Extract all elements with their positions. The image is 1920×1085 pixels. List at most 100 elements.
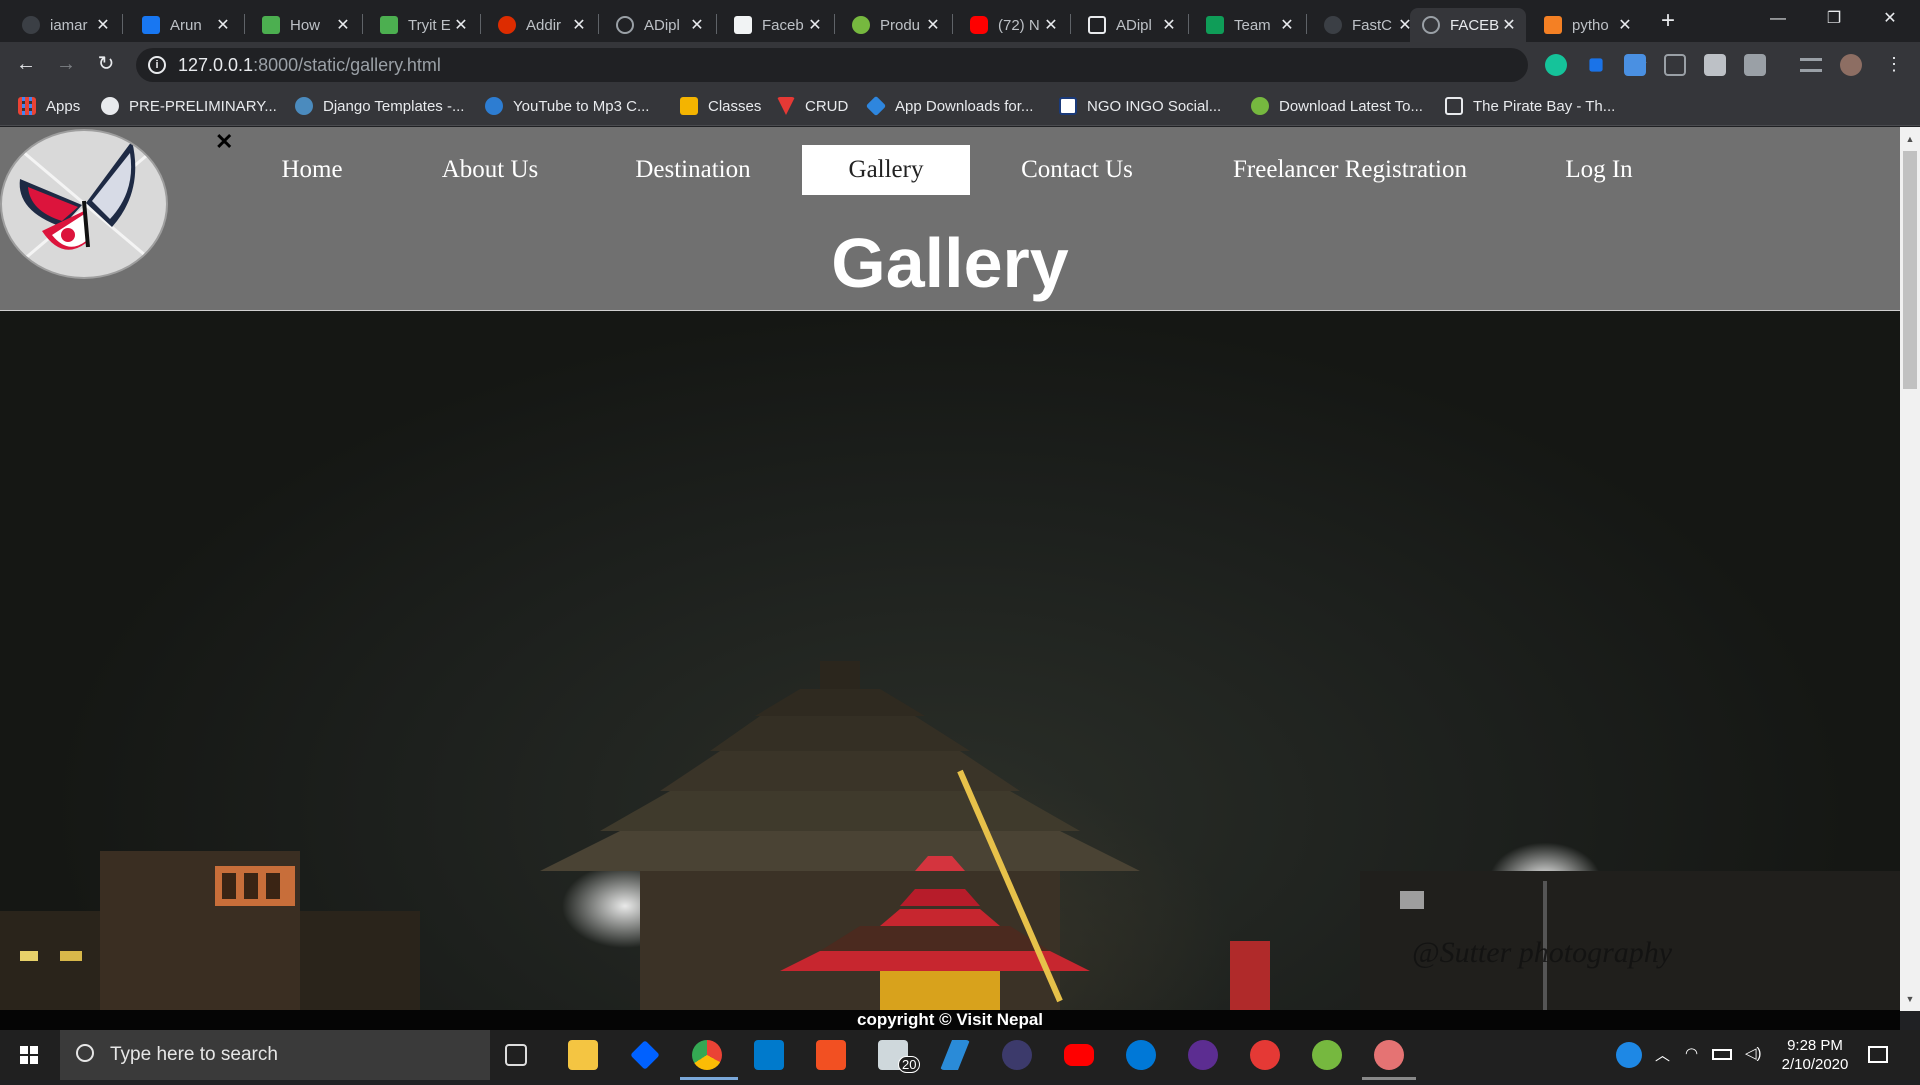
close-tab-icon[interactable]: ✕ [94,15,112,35]
close-tab-icon[interactable]: ✕ [1160,15,1178,35]
close-icon[interactable]: ✕ [215,129,233,155]
browser-tab[interactable]: ADipl ✕ [604,8,714,42]
gallery-hero-image: @Sutter photography [0,311,1900,1011]
file-explorer-icon[interactable] [568,1040,598,1070]
new-tab-button[interactable]: + [1656,8,1680,34]
recorder-icon[interactable] [1250,1040,1280,1070]
browser-tab[interactable]: Produ ✕ [840,8,950,42]
bookmark-item[interactable]: The Pirate Bay - Th... [1445,95,1615,117]
media-queue-icon[interactable] [1800,58,1822,72]
battery-icon[interactable] [1712,1049,1732,1060]
close-tab-icon[interactable]: ✕ [570,15,588,35]
nav-destination[interactable]: Destination [618,145,768,195]
cc-icon[interactable] [1664,54,1686,76]
azure-icon[interactable] [940,1040,970,1070]
browser-tab[interactable]: iamar ✕ [10,8,120,42]
nav-home[interactable]: Home [262,145,362,195]
profile-avatar[interactable] [1840,54,1862,76]
bookmark-item[interactable]: Django Templates -... [295,95,464,117]
bookmark-item[interactable]: YouTube to Mp3 C... [485,95,649,117]
grammarly-icon[interactable] [1545,54,1567,76]
evernote-icon[interactable] [1704,54,1726,76]
bookmark-item[interactable]: App Downloads for... [865,95,1033,117]
snipping-tool-icon[interactable] [1374,1040,1404,1070]
facebook-ext-icon[interactable] [1744,54,1766,76]
dropbox-icon[interactable] [630,1040,660,1070]
browser-tab[interactable]: ADipl ✕ [1076,8,1186,42]
notifications-icon[interactable] [1868,1046,1888,1063]
tab-label: pytho [1572,16,1609,34]
close-tab-icon[interactable]: ✕ [1278,15,1296,35]
wifi-icon[interactable]: ◠ [1685,1044,1698,1062]
nav-gallery[interactable]: Gallery [802,145,970,195]
back-button[interactable]: ← [12,50,40,78]
browser-tab[interactable]: Arun ✕ [130,8,240,42]
browser-tab[interactable]: Team ✕ [1194,8,1304,42]
stackoverflow-icon [1544,16,1562,34]
close-tab-icon[interactable]: ✕ [924,15,942,35]
close-tab-icon[interactable]: ✕ [1616,15,1634,35]
volume-icon[interactable]: ◁) [1745,1044,1762,1062]
browser-tab-strip: iamar ✕ Arun ✕ How ✕ Tryit E ✕ Addir ✕ A… [0,0,1920,42]
close-window-button[interactable]: ✕ [1862,0,1918,38]
extension-icon[interactable] [1589,58,1603,72]
browser-tab-active[interactable]: FACEB ✕ [1410,8,1526,42]
close-tab-icon[interactable]: ✕ [334,15,352,35]
system-clock[interactable]: 9:28 PM 2/10/2020 [1770,1036,1860,1074]
bookmark-label: Download Latest To... [1279,97,1423,115]
browser-tab[interactable]: FastC ✕ [1312,8,1422,42]
reload-button[interactable]: ↻ [92,50,120,78]
forward-button[interactable]: → [52,50,80,78]
utorrent-icon[interactable] [1312,1040,1342,1070]
browser-tab[interactable]: Addir ✕ [486,8,596,42]
vscode-icon[interactable] [754,1040,784,1070]
eclipse-icon[interactable] [1002,1040,1032,1070]
close-tab-icon[interactable]: ✕ [806,15,824,35]
browser-tab[interactable]: Tryit E ✕ [368,8,478,42]
close-tab-icon[interactable]: ✕ [1042,15,1060,35]
store-icon[interactable] [816,1040,846,1070]
scroll-up-arrow[interactable]: ▲ [1900,131,1920,147]
bookmark-item[interactable]: Download Latest To... [1251,95,1423,117]
help-icon[interactable] [1616,1042,1642,1068]
browser-tab[interactable]: How ✕ [250,8,360,42]
scroll-thumb[interactable] [1903,151,1917,389]
browser-tab[interactable]: pytho ✕ [1532,8,1642,42]
scroll-down-arrow[interactable]: ▼ [1900,991,1920,1007]
tab-label: How [290,16,321,34]
bookmark-label: Django Templates -... [323,97,465,115]
close-tab-icon[interactable]: ✕ [214,15,232,35]
youtube-icon[interactable] [1064,1044,1094,1066]
close-tab-icon[interactable]: ✕ [452,15,470,35]
site-info-icon[interactable]: i [148,56,166,74]
nav-contact-us[interactable]: Contact Us [1002,145,1152,195]
chrome-icon[interactable] [692,1040,722,1070]
show-hidden-icons-icon[interactable]: ︿ [1655,1044,1670,1065]
nav-freelancer-registration[interactable]: Freelancer Registration [1200,145,1500,195]
page-scrollbar[interactable]: ▲ ▼ [1900,127,1920,1011]
accessibility-icon[interactable] [1624,54,1646,76]
bookmark-apps[interactable]: Apps [18,95,80,117]
browser-tab[interactable]: (72) N ✕ [958,8,1068,42]
nav-log-in[interactable]: Log In [1544,145,1654,195]
bookmark-item[interactable]: PRE-PRELIMINARY... [101,95,277,117]
nav-about-us[interactable]: About Us [420,145,560,195]
address-bar[interactable]: i 127.0.0.1:8000/static/gallery.html ☆ [136,48,1648,82]
browser-tab[interactable]: Faceb ✕ [722,8,832,42]
minimize-button[interactable]: — [1750,0,1806,38]
clock-time: 9:28 PM [1787,1037,1843,1054]
restore-button[interactable]: ❐ [1806,0,1862,38]
taskbar-search-box[interactable]: Type here to search [60,1030,490,1080]
start-button[interactable] [0,1030,58,1080]
menu-icon[interactable]: ⋮ [1880,50,1908,78]
close-tab-icon[interactable]: ✕ [1500,15,1518,35]
youtube-icon [970,16,988,34]
edge-icon[interactable] [1126,1040,1156,1070]
download-cloud-icon [485,97,503,115]
bookmark-item[interactable]: CRUD [777,95,848,117]
bookmark-item[interactable]: NGO INGO Social... [1059,95,1221,117]
bookmark-item[interactable]: Classes [680,95,761,117]
task-view-icon[interactable] [505,1044,527,1066]
visual-studio-icon[interactable] [1188,1040,1218,1070]
close-tab-icon[interactable]: ✕ [688,15,706,35]
